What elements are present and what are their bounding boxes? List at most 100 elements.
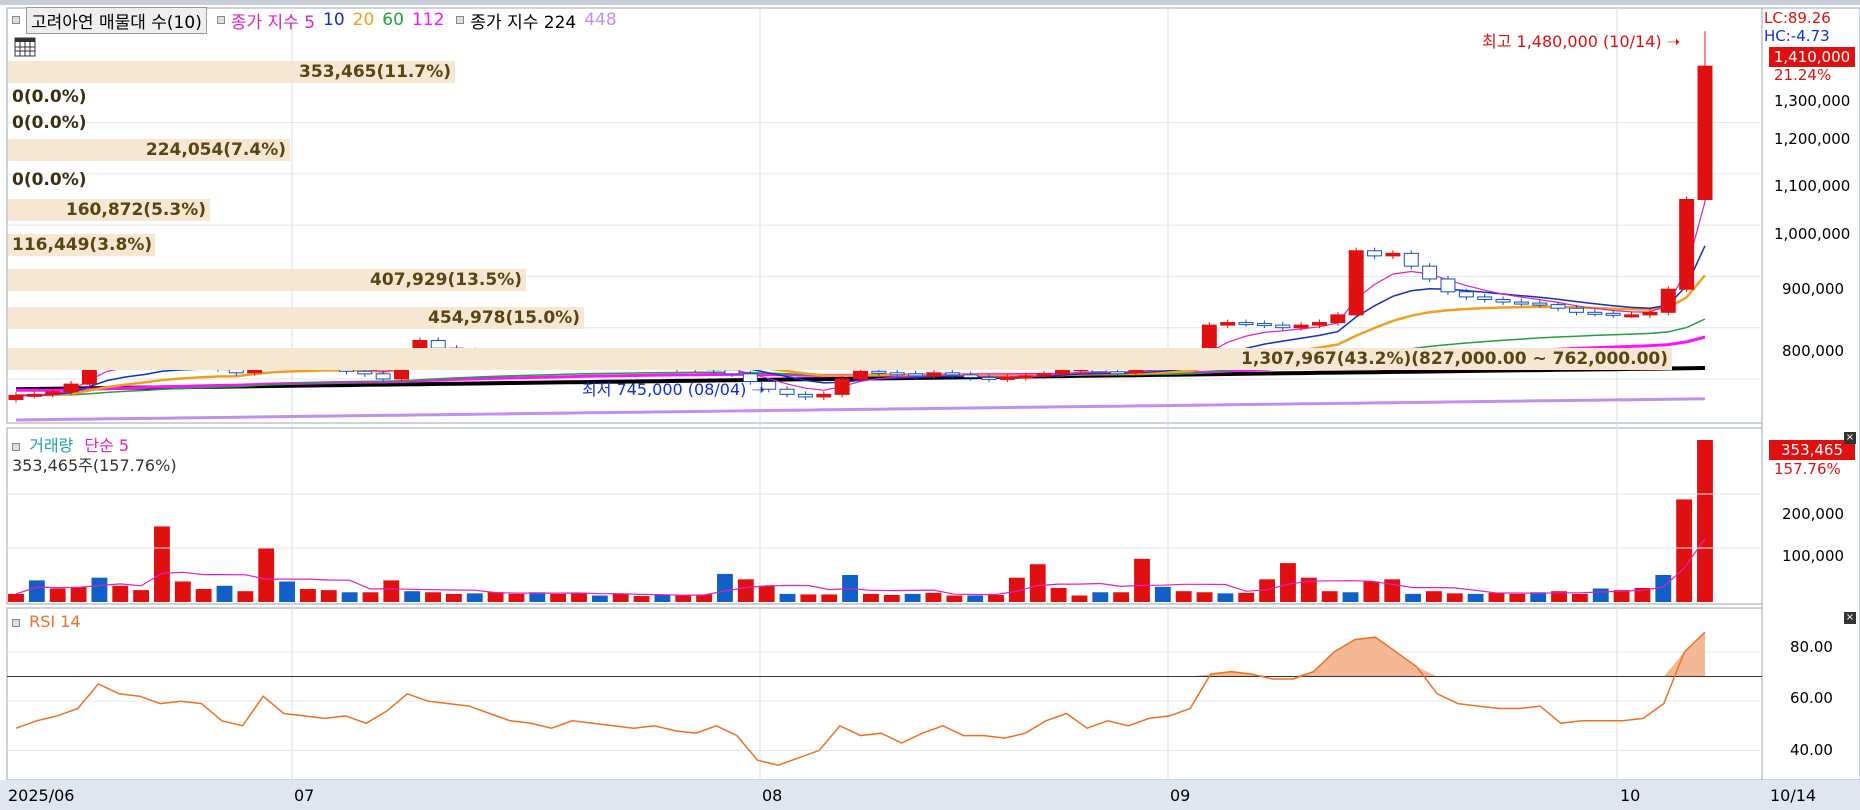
volume-bar: [1384, 579, 1401, 602]
volume-bar: [779, 593, 796, 602]
candle-body: [45, 391, 61, 395]
price-tick: 1,100,000: [1774, 177, 1851, 195]
volume-bar: [49, 588, 66, 602]
volume-bar: [863, 593, 879, 602]
high-text: 최고 1,480,000 (10/14): [1482, 32, 1662, 51]
change-pct: 21.24%: [1774, 66, 1832, 84]
calendar-icon[interactable]: [14, 37, 36, 57]
price-legend: 고려아연 매물대 수(10) 종가 지수 5 10 20 60 112 종가 지…: [8, 6, 617, 34]
rsi-title[interactable]: RSI 14: [29, 612, 80, 631]
ma-a-p2: 10: [323, 10, 345, 30]
candle-body: [63, 383, 79, 393]
volume-bar: [675, 595, 692, 602]
volume-bar: [425, 592, 441, 602]
candle-body: [797, 393, 813, 398]
volume-bar: [8, 593, 24, 602]
candle-body: [853, 370, 868, 380]
rsi-tick: 60.00: [1790, 689, 1833, 707]
candle-body: [1110, 371, 1125, 375]
candle-body: [999, 376, 1015, 380]
volume-bar: [717, 573, 733, 602]
volume-bar: [1113, 592, 1130, 602]
volume-bar: [1592, 588, 1609, 602]
price-tick: 1,200,000: [1774, 130, 1851, 148]
volume-bar: [216, 585, 233, 602]
volume-bar: [362, 592, 379, 602]
candle-body: [779, 388, 795, 395]
volume-bar: [904, 593, 921, 602]
volume-bar: [1217, 593, 1234, 602]
profile-label: 407,929(13.5%): [8, 269, 526, 291]
volume-bar: [967, 595, 984, 602]
volume-bar: [1071, 595, 1088, 602]
x-label: 09: [1170, 786, 1191, 805]
volume-bar: [1321, 591, 1338, 602]
legend-square: [456, 16, 465, 24]
volume-bar: [195, 589, 212, 602]
candle-body: [1128, 369, 1144, 374]
volume-bar: [1175, 591, 1192, 602]
candle-body: [1348, 250, 1364, 316]
candle-body: [1238, 322, 1254, 326]
candle-body: [1495, 298, 1511, 303]
candle-body: [1660, 288, 1676, 313]
ma-b-label[interactable]: 종가 지수 224: [470, 8, 576, 33]
volume-bar: [154, 526, 170, 602]
volume-bar: [300, 589, 316, 602]
volume-bar: [758, 585, 775, 602]
volume-bar: [612, 593, 629, 602]
candle-body: [375, 373, 391, 380]
volume-bar: [445, 593, 462, 602]
candle-body: [1220, 322, 1236, 326]
volume-bar: [988, 594, 1004, 602]
ma-a-label[interactable]: 종가 지수 5: [231, 8, 315, 33]
volume-bar: [1571, 593, 1588, 602]
volume-readout: 353,465주(157.76%): [12, 456, 177, 475]
volume-bar: [112, 585, 129, 602]
candle-body: [908, 373, 924, 377]
volume-bar: [654, 594, 671, 602]
volume-bar: [404, 591, 421, 602]
candle-body: [816, 393, 832, 398]
volume-bar: [258, 548, 275, 602]
ma-a-p3: 20: [352, 10, 375, 30]
volume-bar: [237, 591, 254, 602]
volume-bar: [133, 590, 150, 602]
right-axis-area: [1761, 7, 1860, 781]
candle-body: [1036, 373, 1052, 377]
candle-body: [1679, 198, 1695, 290]
profile-label: 353,465(11.7%): [8, 61, 455, 83]
volume-bar: [174, 581, 191, 602]
rsi-legend: RSI 14: [12, 612, 81, 631]
x-label: 08: [762, 786, 783, 805]
legend-square: [216, 16, 225, 24]
x-axis-right-label: 10/14: [1770, 786, 1817, 805]
volume-bar: [550, 593, 567, 602]
close-icon[interactable]: ×: [1844, 432, 1856, 444]
candle-body: [1587, 311, 1603, 315]
candle-body: [724, 369, 740, 375]
last-price-badge: 1,410,000: [1769, 47, 1855, 67]
close-icon[interactable]: ×: [1844, 612, 1856, 624]
indicator-label[interactable]: 고려아연 매물대 수(10): [26, 6, 207, 34]
volume-bar: [508, 593, 525, 602]
volume-bar: [383, 580, 400, 602]
candle-body: [1403, 252, 1419, 267]
volume-bar: [70, 586, 87, 602]
volume-bar: [821, 594, 838, 602]
profile-label: 1,307,967(43.2%)(827,000.00 ~ 762,000.00…: [8, 348, 1672, 370]
volume-bar: [28, 580, 45, 602]
volume-bar: [1446, 593, 1463, 602]
chart-canvas: [0, 7, 1860, 810]
volume-tick: 100,000: [1782, 547, 1845, 565]
candle-body: [1018, 375, 1034, 379]
ma-a-p4: 60: [382, 10, 404, 30]
volume-bar: [91, 577, 108, 602]
x-label: 10: [1620, 786, 1641, 805]
volume-bar: [1050, 587, 1067, 602]
low-annotation: 최저 745,000 (08/04) ➝: [582, 376, 765, 400]
candle-body: [1605, 312, 1621, 316]
arrow-right-icon: ➝: [751, 380, 765, 399]
volume-bar: [1196, 592, 1213, 602]
volume-bar: [320, 590, 337, 602]
